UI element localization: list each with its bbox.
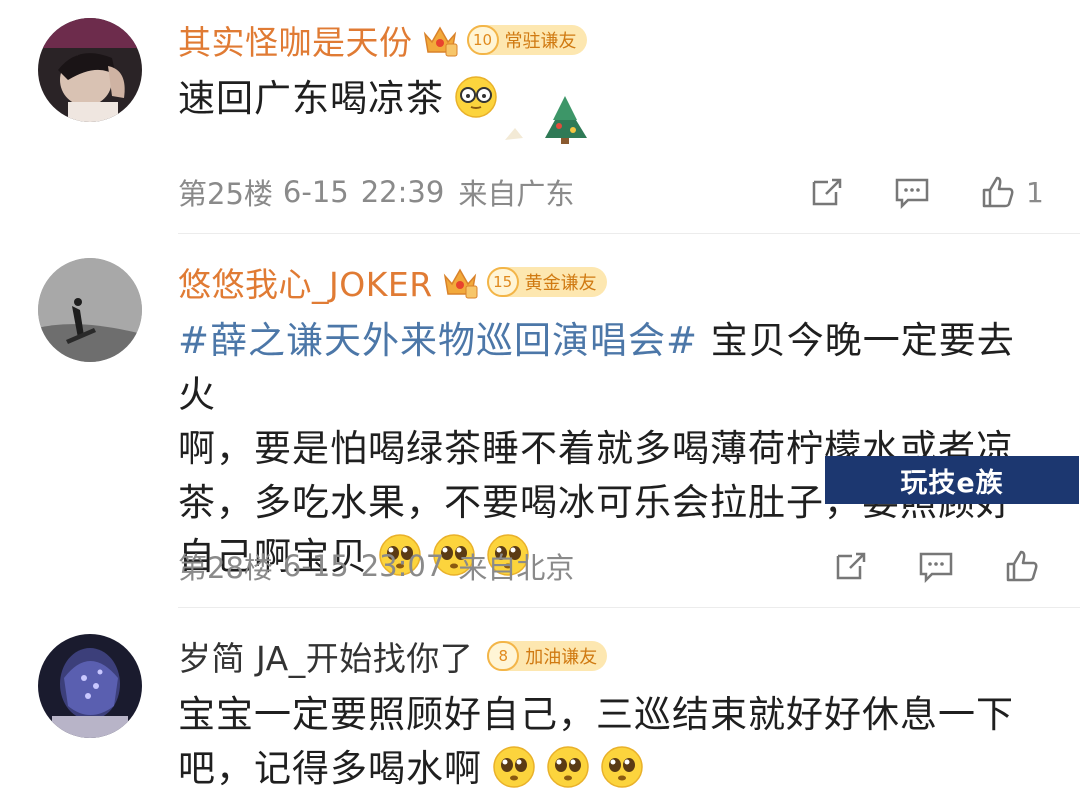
hashtag-link[interactable]: #薛之谦天外来物巡回演唱会# [178,319,698,362]
watermark: 玩技e族 [825,456,1079,504]
share-icon[interactable] [806,172,846,212]
comment-icon[interactable] [892,172,932,212]
fan-badge[interactable]: 8 加油谦友 [487,641,608,671]
comment-time: 22:39 [360,175,445,209]
badge-label: 常驻谦友 [504,31,577,52]
comment-text: 速回广东喝凉茶 [178,72,1048,126]
comment-item: 其实怪咖是天份 10 常驻谦友 速回广东喝凉茶 第25楼 6-15 22:39 … [0,0,1080,234]
comment-date: 6-15 [282,549,349,583]
comment-actions: 1 [806,170,1044,214]
badge-level: 10 [466,25,499,55]
pleading-face-icon [601,746,643,788]
comment-header: 悠悠我心_JOKER 15 黄金谦友 [178,260,607,304]
like-count: 1 [1026,175,1044,209]
comment-meta: 第25楼 6-15 22:39 来自广东 [178,172,574,212]
pleading-face-icon [493,746,535,788]
like-icon[interactable] [1002,546,1042,586]
crown-icon [443,268,478,299]
glasses-emoji-icon [455,76,497,118]
comment-text-line: 速回广东喝凉茶 [178,77,444,120]
comment-text-line: 宝宝一定要照顾好自己，三巡结束就好好休息一下 [178,693,1014,736]
badge-level: 8 [487,641,520,671]
comment-meta: 第28楼 6-15 23:07 来自北京 [178,546,574,586]
like-icon[interactable] [978,172,1018,212]
badge-label: 黄金谦友 [524,273,597,294]
share-icon[interactable] [830,546,870,586]
crown-icon [423,26,457,57]
username[interactable]: 其实怪咖是天份 [178,16,413,64]
comment-time: 23:07 [360,549,445,583]
comment-location: 来自北京 [458,551,575,585]
fan-badge[interactable]: 15 黄金谦友 [486,267,607,297]
avatar[interactable] [38,634,142,738]
comment-text: 宝宝一定要照顾好自己，三巡结束就好好休息一下 吧，记得多喝水啊 [178,688,1048,796]
comment-icon[interactable] [916,546,956,586]
pleading-face-icon [547,746,589,788]
badge-label: 加油谦友 [525,647,598,668]
christmas-tree-icon [505,96,587,144]
avatar[interactable] [38,18,142,122]
comment-item: 岁简 JA_开始找你了 8 加油谦友 宝宝一定要照顾好自己，三巡结束就好好休息一… [0,608,1080,808]
floor-number: 第28楼 [178,551,273,585]
username[interactable]: 岁简 JA_开始找你了 [178,632,473,680]
fan-badge[interactable]: 10 常驻谦友 [466,25,587,55]
comment-header: 岁简 JA_开始找你了 8 加油谦友 [178,632,608,680]
comment-actions [830,544,1042,588]
comment-item: 悠悠我心_JOKER 15 黄金谦友 #薛之谦天外来物巡回演唱会# 宝贝今晚一定… [0,234,1080,608]
comment-location: 来自广东 [458,177,575,211]
badge-level: 15 [486,267,519,297]
avatar[interactable] [38,258,142,362]
comment-header: 其实怪咖是天份 10 常驻谦友 [178,18,587,62]
comment-date: 6-15 [282,175,349,209]
comment-text-line: 吧，记得多喝水啊 [178,747,482,790]
floor-number: 第25楼 [178,177,273,211]
username[interactable]: 悠悠我心_JOKER [178,258,433,306]
